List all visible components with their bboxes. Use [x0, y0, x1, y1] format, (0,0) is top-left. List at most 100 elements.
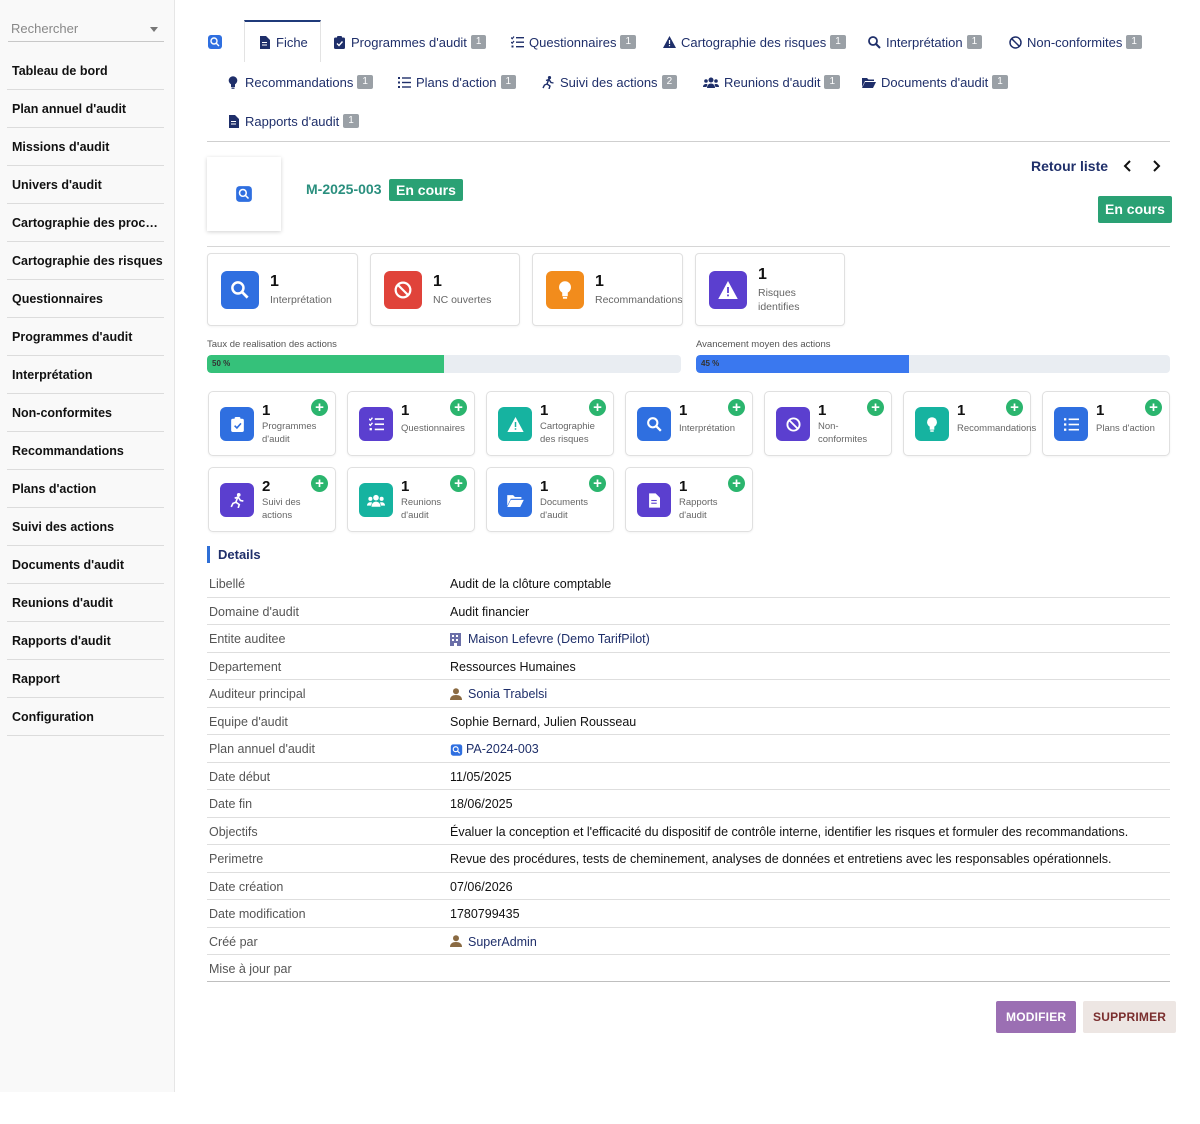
- module-card-cartographie[interactable]: 1 Cartographie des risques +: [486, 391, 614, 456]
- sidebar-item-plans-action[interactable]: Plans d'action: [7, 470, 164, 508]
- sidebar-item-programmes[interactable]: Programmes d'audit: [7, 318, 164, 356]
- clipboard-check-icon: [220, 407, 254, 441]
- module-count: 1: [679, 478, 688, 495]
- tab-rapports[interactable]: Rapports d'audit 1: [226, 101, 359, 141]
- lightbulb-icon: [915, 407, 949, 441]
- sidebar-item-documents[interactable]: Documents d'audit: [7, 546, 164, 584]
- sidebar-item-configuration[interactable]: Configuration: [7, 698, 164, 736]
- module-card-interpretation[interactable]: 1 Interprétation +: [625, 391, 753, 456]
- details-section-title: Details: [207, 546, 261, 563]
- auditor-link[interactable]: Sonia Trabelsi: [450, 687, 547, 701]
- sidebar-item-interpretation[interactable]: Interprétation: [7, 356, 164, 394]
- sidebar-item-plan-annuel[interactable]: Plan annuel d'audit: [7, 90, 164, 128]
- sidebar-item-reunions[interactable]: Reunions d'audit: [7, 584, 164, 622]
- add-button[interactable]: +: [450, 399, 467, 416]
- warning-icon: [709, 271, 747, 309]
- stat-card-interpretation[interactable]: 1 Interprétation: [207, 253, 358, 326]
- stat-card-risques[interactable]: 1 Risques identifies: [695, 253, 845, 326]
- tab-reunions[interactable]: Reunions d'audit 1: [703, 62, 841, 102]
- search-select[interactable]: [8, 16, 164, 42]
- add-button[interactable]: +: [311, 399, 328, 416]
- chevron-right-icon: [1153, 160, 1161, 172]
- edit-button[interactable]: MODIFIER: [996, 1001, 1077, 1033]
- module-card-suivi-actions[interactable]: 2 Suivi des actions +: [208, 467, 336, 532]
- chevron-down-icon[interactable]: [150, 27, 158, 32]
- sidebar-item-cartographie-processus[interactable]: Cartographie des processus: [7, 204, 164, 242]
- sidebar-item-rapports[interactable]: Rapports d'audit: [7, 622, 164, 660]
- entity-link[interactable]: Maison Lefevre (Demo TarifPilot): [450, 632, 650, 646]
- add-button[interactable]: +: [589, 399, 606, 416]
- add-button[interactable]: +: [589, 475, 606, 492]
- add-button[interactable]: +: [728, 399, 745, 416]
- add-button[interactable]: +: [311, 475, 328, 492]
- tab-label: Programmes d'audit: [351, 34, 467, 50]
- users-icon: [703, 75, 719, 89]
- module-label: Rapports d'audit: [679, 497, 718, 521]
- sidebar-item-questionnaires[interactable]: Questionnaires: [7, 280, 164, 318]
- tab-plans-action[interactable]: Plans d'action 1: [397, 62, 517, 102]
- stat-card-nc-ouvertes[interactable]: 1 NC ouvertes: [370, 253, 520, 326]
- delete-button[interactable]: SUPPRIMER: [1083, 1001, 1177, 1033]
- stat-label: Recommandations: [595, 294, 683, 306]
- module-count: 1: [1096, 402, 1105, 419]
- file-icon: [226, 114, 240, 128]
- stat-card-recommandations[interactable]: 1 Recommandations: [532, 253, 683, 326]
- sidebar-item-tableau-de-bord[interactable]: Tableau de bord: [7, 52, 164, 90]
- tasks-icon: [359, 407, 393, 441]
- tab-suivi-actions[interactable]: Suivi des actions 2: [541, 62, 678, 102]
- module-card-recommandations[interactable]: 1 Recommandations +: [903, 391, 1036, 456]
- sidebar-menu: Tableau de bord Plan annuel d'audit Miss…: [7, 52, 164, 736]
- detail-value: 07/06/2026: [450, 879, 513, 894]
- search-input[interactable]: [8, 16, 138, 40]
- detail-value: Sonia Trabelsi: [468, 687, 548, 701]
- detail-key: Equipe d'audit: [209, 714, 288, 729]
- detail-value: 11/05/2025: [450, 769, 512, 784]
- plan-annuel-link[interactable]: PA-2024-003: [450, 742, 539, 756]
- creator-link[interactable]: SuperAdmin: [450, 935, 537, 949]
- detail-value: Audit de la clôture comptable: [450, 577, 612, 591]
- add-button[interactable]: +: [450, 475, 467, 492]
- sidebar-item-non-conformites[interactable]: Non-conformites: [7, 394, 164, 432]
- tab-programmes[interactable]: Programmes d'audit 1: [332, 22, 487, 62]
- next-record-button[interactable]: [1149, 159, 1163, 173]
- module-count: 2: [262, 478, 271, 495]
- tab-mission-icon[interactable]: [207, 22, 228, 62]
- sidebar-item-rapport[interactable]: Rapport: [7, 660, 164, 698]
- previous-record-button[interactable]: [1121, 159, 1135, 173]
- tab-cartographie-risques[interactable]: Cartographie des risques 1: [662, 22, 846, 62]
- tab-label: Suivi des actions: [560, 74, 658, 90]
- module-card-non-conformites[interactable]: 1 Non-conformites +: [764, 391, 892, 456]
- sidebar-item-univers[interactable]: Univers d'audit: [7, 166, 164, 204]
- module-label: Suivi des actions: [262, 497, 301, 521]
- detail-key: Date début: [209, 769, 271, 784]
- back-to-list-link[interactable]: Retour liste: [1031, 158, 1108, 174]
- add-button[interactable]: +: [867, 399, 884, 416]
- module-card-documents[interactable]: 1 Documents d'audit +: [486, 467, 614, 532]
- sidebar-item-cartographie-risques[interactable]: Cartographie des risques: [7, 242, 164, 280]
- add-button[interactable]: +: [1006, 399, 1023, 416]
- detail-key: Departement: [209, 659, 282, 674]
- module-card-questionnaires[interactable]: 1 Questionnaires +: [347, 391, 475, 456]
- tab-recommandations[interactable]: Recommandations 1: [226, 62, 373, 102]
- tab-label: Recommandations: [245, 74, 354, 90]
- module-card-rapports[interactable]: 1 Rapports d'audit +: [625, 467, 753, 532]
- module-count: 1: [540, 402, 549, 419]
- tab-count-badge: 1: [824, 75, 841, 89]
- tab-questionnaires[interactable]: Questionnaires 1: [510, 22, 637, 62]
- module-card-plans-action[interactable]: 1 Plans d'action +: [1042, 391, 1170, 456]
- add-button[interactable]: +: [728, 475, 745, 492]
- tab-interpretation[interactable]: Interprétation 1: [867, 22, 983, 62]
- add-button[interactable]: +: [1145, 399, 1162, 416]
- module-count: 1: [818, 402, 827, 419]
- sidebar-item-missions[interactable]: Missions d'audit: [7, 128, 164, 166]
- tab-label: Reunions d'audit: [724, 74, 821, 90]
- tab-count-badge: 1: [830, 35, 846, 49]
- sidebar-item-recommandations[interactable]: Recommandations: [7, 432, 164, 470]
- module-card-reunions[interactable]: 1 Reunions d'audit +: [347, 467, 475, 532]
- tab-fiche[interactable]: Fiche: [244, 20, 321, 62]
- tab-documents[interactable]: Documents d'audit 1: [862, 62, 1008, 102]
- sidebar-item-suivi-actions[interactable]: Suivi des actions: [7, 508, 164, 546]
- tab-non-conformites[interactable]: Non-conformites 1: [1008, 22, 1142, 62]
- detail-row-cree-par: Créé par SuperAdmin: [207, 928, 1170, 955]
- module-card-programmes[interactable]: 1 Programmes d'audit +: [208, 391, 336, 456]
